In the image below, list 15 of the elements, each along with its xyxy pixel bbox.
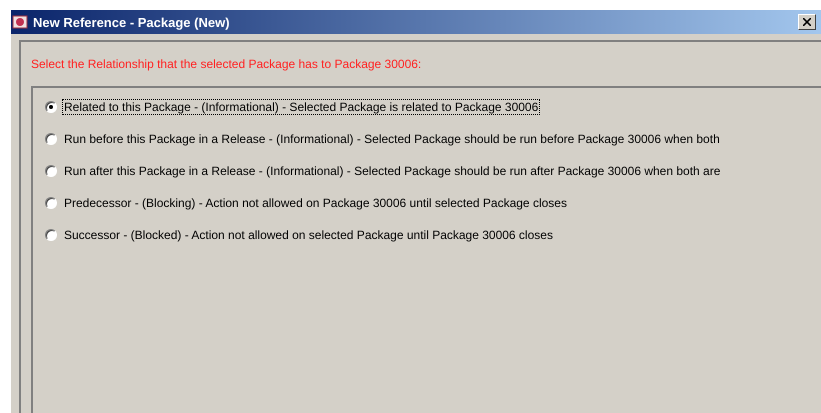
window-title: New Reference - Package (New) [33, 14, 231, 30]
option-label[interactable]: Run before this Package in a Release - (Informational) - Selected Package should be run before Package 30006 when both [62, 131, 722, 147]
radio-button[interactable] [45, 101, 57, 113]
radio-button[interactable] [45, 165, 57, 177]
app-icon [11, 13, 29, 31]
option-label[interactable]: Related to this Package - (Informational) - Selected Package is related to Package 30006 [62, 99, 540, 115]
radio-button[interactable] [45, 229, 57, 241]
radio-button[interactable] [45, 197, 57, 209]
option-label[interactable]: Successor - (Blocked) - Action not allowed on selected Package until Package 30006 closes [62, 227, 555, 243]
option-label[interactable]: Predecessor - (Blocking) - Action not allowed on Package 30006 until selected Package closes [62, 195, 569, 211]
close-button[interactable] [798, 14, 816, 30]
radio-button[interactable] [45, 133, 57, 145]
option-label[interactable]: Run after this Package in a Release - (Informational) - Selected Package should be run after Package 30006 when both are [62, 163, 722, 179]
close-icon [803, 18, 811, 26]
instruction-text: Select the Relationship that the selected Package has to Package 30006: [31, 56, 422, 73]
